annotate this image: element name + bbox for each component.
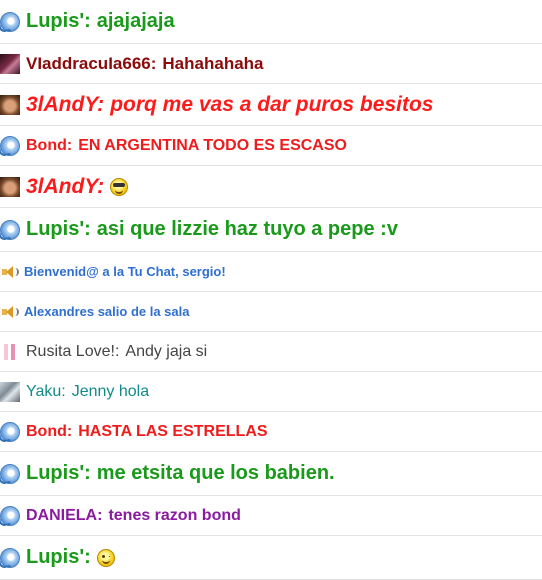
- chat-message: DANIELA: tenes razon bond: [0, 496, 542, 536]
- message-author[interactable]: DANIELA:: [26, 507, 102, 525]
- message-text: Hahahahaha: [162, 53, 264, 73]
- message-text: HASTA LAS ESTRELLAS: [78, 422, 268, 440]
- chat-message: Yaku: Jenny hola: [0, 372, 542, 412]
- speaker-icon: [0, 303, 19, 320]
- message-author[interactable]: Rusita Love!:: [26, 343, 119, 361]
- cool-smiley-icon: [110, 177, 129, 196]
- message-author[interactable]: Bond:: [26, 137, 72, 155]
- blue-orb-icon[interactable]: [0, 463, 20, 484]
- message-text: porq me vas a dar puros besitos: [110, 92, 434, 116]
- message-author[interactable]: Lupis':: [26, 462, 91, 485]
- message-author[interactable]: Lupis':: [26, 218, 91, 241]
- message-text: Andy jaja si: [125, 342, 208, 360]
- message-author[interactable]: 3lAndY:: [26, 93, 104, 117]
- chat-message: Rusita Love!: Andy jaja si: [0, 332, 542, 372]
- blue-orb-icon[interactable]: [0, 547, 20, 568]
- gray-avatar[interactable]: [0, 381, 20, 402]
- chat-message: Lupis': asi que lizzie haz tuyo a pepe :…: [0, 208, 542, 252]
- blue-orb-icon[interactable]: [0, 505, 20, 526]
- blue-orb-icon[interactable]: [0, 421, 20, 442]
- pink-avatar[interactable]: [0, 341, 20, 362]
- wink-smiley-icon: [96, 548, 115, 567]
- face-photo-avatar[interactable]: [0, 94, 20, 115]
- blue-orb-icon[interactable]: [0, 219, 20, 240]
- message-author[interactable]: Yaku:: [26, 383, 66, 401]
- message-author[interactable]: Bond:: [26, 423, 72, 441]
- system-message: Bienvenid@ a la Tu Chat, sergio!: [0, 252, 542, 292]
- chat-message: 3lAndY:: [0, 166, 542, 208]
- chat-message: Lupis': ajajajaja: [0, 0, 542, 44]
- message-text: Jenny hola: [71, 382, 150, 400]
- chat-message: VIaddracuIa666: Hahahahaha: [0, 44, 542, 84]
- speaker-icon: [0, 263, 19, 280]
- chat-message: 3lAndY: porq me vas a dar puros besitos: [0, 84, 542, 126]
- chat-message: Bond: EN ARGENTINA TODO ES ESCASO: [0, 126, 542, 166]
- message-author[interactable]: VIaddracuIa666:: [26, 54, 156, 74]
- message-author[interactable]: 3lAndY:: [26, 175, 104, 199]
- chat-message: Bond: HASTA LAS ESTRELLAS: [0, 412, 542, 452]
- message-text: tenes razon bond: [108, 506, 241, 524]
- chat-message: Lupis': me etsita que los babien.: [0, 452, 542, 496]
- blue-orb-icon[interactable]: [0, 135, 20, 156]
- blue-orb-icon[interactable]: [0, 11, 20, 32]
- message-author[interactable]: Lupis':: [26, 546, 91, 569]
- message-text: ajajajaja: [96, 10, 175, 32]
- face-photo-avatar[interactable]: [0, 176, 20, 197]
- message-text: Alexandres salio de la sala: [24, 304, 190, 319]
- message-text: Bienvenid@ a la Tu Chat, sergio!: [24, 264, 226, 279]
- chat-log: Lupis': ajajajaja VIaddracuIa666: Hahaha…: [0, 0, 542, 580]
- message-text: EN ARGENTINA TODO ES ESCASO: [78, 136, 347, 154]
- message-text: me etsita que los babien.: [96, 462, 335, 484]
- system-message: Alexandres salio de la sala: [0, 292, 542, 332]
- message-author[interactable]: Lupis':: [26, 10, 91, 33]
- dark-photo-avatar[interactable]: [0, 53, 20, 74]
- message-text: asi que lizzie haz tuyo a pepe :v: [96, 218, 398, 240]
- chat-message: Lupis':: [0, 536, 542, 580]
